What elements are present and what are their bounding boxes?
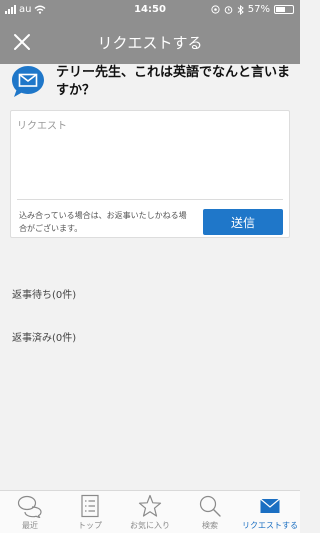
replied-requests-label: 返事済み(0件) [12,333,77,344]
tab-label: 検索 [202,521,218,530]
battery-percent: 57% [247,4,270,15]
tab-favorites[interactable]: お気に入り [120,491,180,533]
tab-label: 最近 [22,521,38,530]
bluetooth-icon [237,4,244,15]
tab-recent[interactable]: 最近 [0,491,60,533]
battery-icon [274,5,294,14]
tab-label: リクエストする [242,521,298,530]
location-lock-icon [211,5,220,14]
pending-requests-label: 返事待ち(0件) [12,290,77,301]
star-icon [138,494,162,517]
divider [17,199,283,200]
tab-search[interactable]: 検索 [180,491,240,533]
question-text: テリー先生、これは英語でなんと言いますか？ [56,65,291,98]
status-right: 57% [211,4,294,15]
nav-bar: リクエストする [0,20,300,64]
notice-text: 込み合っている場合は、お返事いたしかねる場合がございます。 [19,211,187,233]
main-content: テリー先生、これは英語でなんと言いますか？ 込み合っている場合は、お返事いたしか… [0,64,300,490]
tab-bar: 最近 トップ お気に入り 検索 リクエストする [0,490,300,533]
tab-label: お気に入り [130,521,170,530]
send-button[interactable]: 送信 [203,209,283,235]
request-input[interactable] [17,117,283,199]
search-icon [199,495,221,517]
alarm-icon [224,6,233,14]
battery-level [276,7,285,12]
question-header: テリー先生、これは英語でなんと言いますか？ [10,64,292,108]
envelope-chat-icon [12,66,44,97]
status-bar: au 14:50 57% [0,0,300,20]
tab-top[interactable]: トップ [60,491,120,533]
envelope-icon [260,498,280,513]
list-icon [81,494,99,518]
page-title: リクエストする [97,34,203,52]
tab-label: トップ [78,521,102,530]
chat-bubbles-icon [17,495,42,518]
request-card: 込み合っている場合は、お返事いたしかねる場合がございます。 送信 [10,110,290,238]
tab-request[interactable]: リクエストする [240,491,300,533]
